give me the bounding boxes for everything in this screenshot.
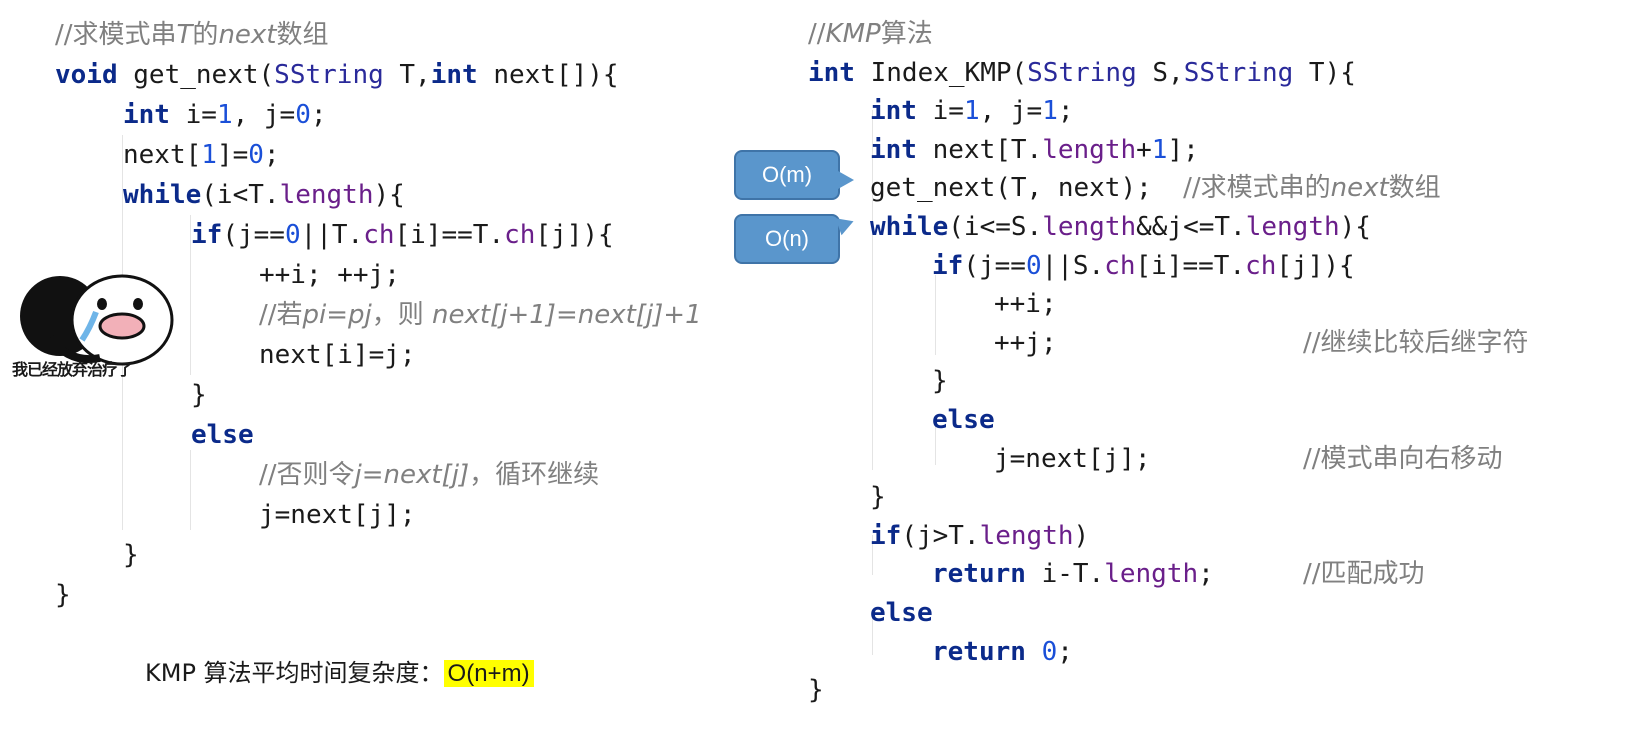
code-line: void get_next(SString T,int next[]){ bbox=[55, 60, 619, 90]
code-line: get_next(T, next); //求模式串的next数组 bbox=[870, 173, 1441, 204]
code-line: ++j;//继续比较后继字符 bbox=[808, 324, 1529, 363]
code-line: int next[T.length+1]; bbox=[870, 134, 1199, 165]
code-line: ++i; bbox=[994, 289, 1057, 320]
code-line: if(j>T.length) bbox=[870, 520, 1090, 551]
code-line: int i=1, j=0; bbox=[123, 100, 327, 130]
complexity-summary: KMP 算法平均时间复杂度： O(n+m) bbox=[145, 653, 534, 688]
code-line: //否则令j=next[j]，循环继续 bbox=[55, 455, 702, 495]
code-line: } bbox=[870, 482, 886, 513]
code-line: j=next[j]; bbox=[259, 500, 416, 530]
code-comment: //继续比较后继字符 bbox=[1303, 327, 1529, 358]
code-comment: //求模式串T的next数组 bbox=[55, 20, 329, 50]
code-comment: //KMP算法 bbox=[808, 19, 933, 49]
complexity-callout-om: O(m) bbox=[734, 150, 840, 200]
code-line: //求模式串T的next数组 bbox=[55, 15, 702, 55]
code-line: else bbox=[870, 597, 933, 628]
summary-value: O(n+m) bbox=[443, 660, 534, 687]
code-line: else bbox=[932, 404, 995, 435]
code-comment: //模式串向右移动 bbox=[1303, 443, 1503, 474]
code-comment: //匹配成功 bbox=[1303, 559, 1425, 590]
sticker-caption: 我已经放弃治疗了 bbox=[12, 360, 133, 379]
code-line: next[1]=0; bbox=[123, 140, 280, 170]
code-comment: //若pi=pj，则 next[j+1]=next[j]+1 bbox=[259, 300, 702, 330]
code-comment: //否则令j=next[j]，循环继续 bbox=[259, 460, 600, 490]
index-kmp-code-block: //KMP算法 int Index_KMP(SString S,SString … bbox=[808, 15, 1529, 710]
code-line: //KMP算法 bbox=[808, 15, 1441, 54]
code-line: int Index_KMP(SString S,SString T){ bbox=[808, 57, 1356, 88]
code-line: return 0; bbox=[932, 636, 1073, 667]
code-line: else bbox=[191, 420, 254, 450]
complexity-callout-on: O(n) bbox=[734, 214, 840, 264]
code-line: while(i<=S.length&&j<=T.length){ bbox=[870, 211, 1371, 242]
summary-label: KMP 算法平均时间复杂度： bbox=[145, 659, 444, 687]
code-comment: //求模式串的next数组 bbox=[1183, 173, 1441, 204]
code-line: } bbox=[932, 366, 948, 397]
code-line: if(j==0||S.ch[i]==T.ch[j]){ bbox=[932, 250, 1355, 281]
code-line: while(i<T.length){ bbox=[123, 180, 405, 210]
code-line: int i=1, j=1; bbox=[870, 96, 1074, 127]
code-line: return i-T.length;//匹配成功 bbox=[808, 555, 1441, 594]
code-line: } bbox=[808, 675, 824, 706]
callout-pointer bbox=[838, 171, 854, 189]
code-line: } bbox=[55, 580, 71, 610]
code-line: j=next[j];//模式串向右移动 bbox=[808, 440, 1503, 479]
code-line: if(j==0||T.ch[i]==T.ch[j]){ bbox=[191, 220, 614, 250]
code-line: } bbox=[123, 540, 139, 570]
